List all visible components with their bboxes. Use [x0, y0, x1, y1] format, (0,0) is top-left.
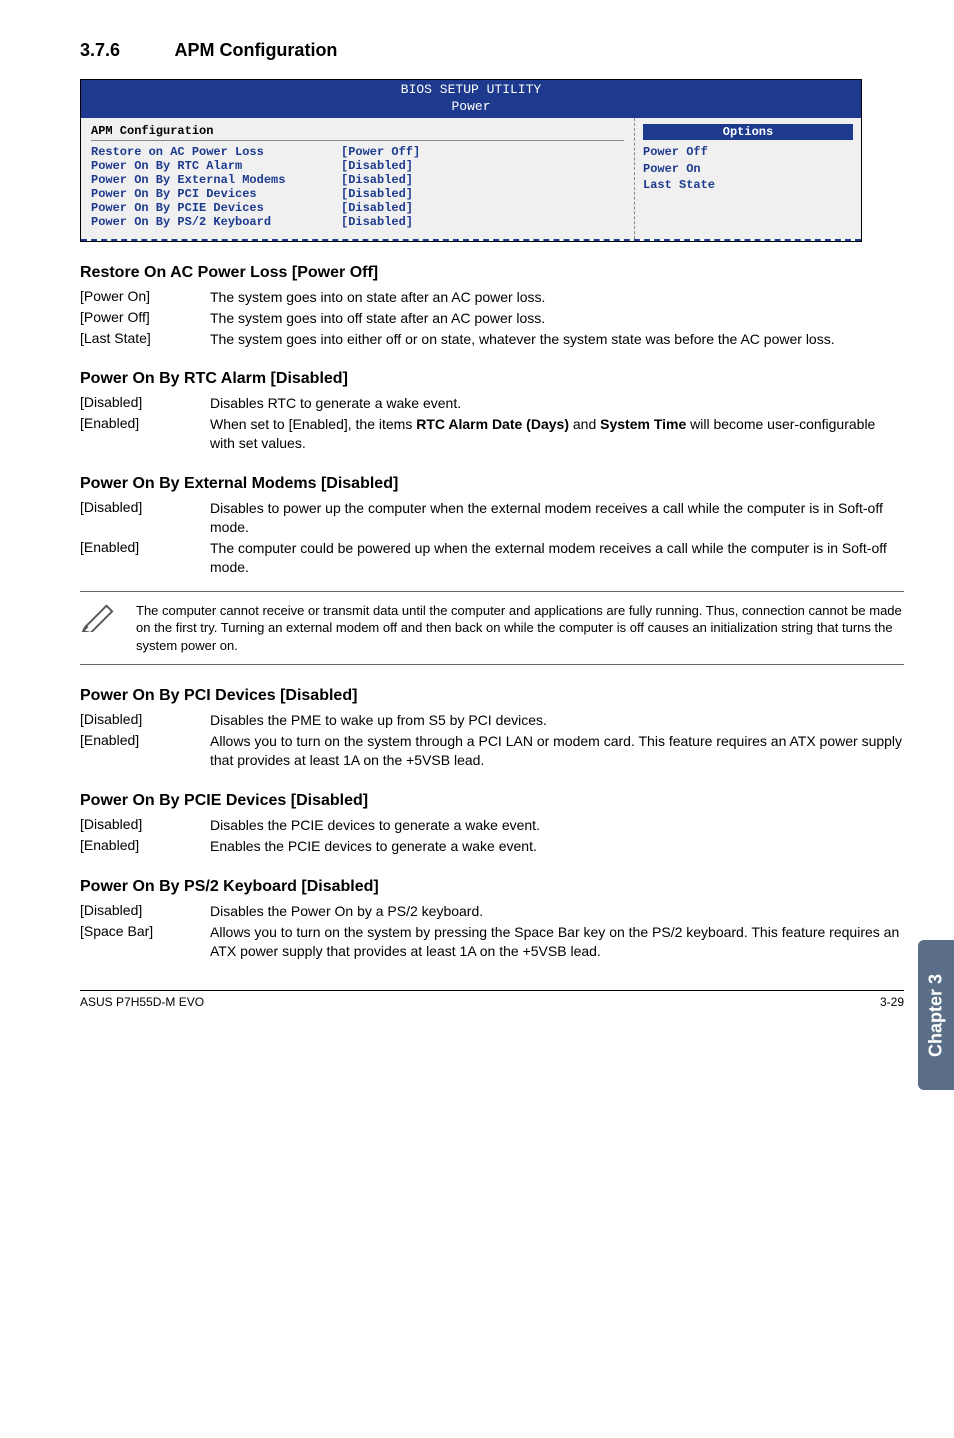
heading-ps2: Power On By PS/2 Keyboard [Disabled] [80, 878, 904, 896]
def-row: [Enabled]Enables the PCIE devices to gen… [80, 837, 904, 856]
def-row: [Disabled]Disables the Power On by a PS/… [80, 902, 904, 921]
bios-row: Restore on AC Power Loss[Power Off] [91, 145, 624, 159]
def-row: [Enabled]The computer could be powered u… [80, 539, 904, 577]
def-row: [Power On]The system goes into on state … [80, 288, 904, 307]
bios-title-bar: BIOS SETUP UTILITY Power [81, 80, 861, 118]
bios-row: Power On By PCIE Devices[Disabled] [91, 201, 624, 215]
def-row: [Enabled] When set to [Enabled], the ite… [80, 415, 904, 453]
def-row: [Disabled]Disables the PME to wake up fr… [80, 711, 904, 730]
bios-right-pane: Options Power Off Power On Last State [635, 118, 861, 239]
def-row: [Disabled]Disables to power up the compu… [80, 499, 904, 537]
heading-pci: Power On By PCI Devices [Disabled] [80, 687, 904, 705]
heading-restore: Restore On AC Power Loss [Power Off] [80, 264, 904, 282]
option-item: Power Off [643, 144, 853, 161]
def-row: [Disabled]Disables the PCIE devices to g… [80, 816, 904, 835]
bios-group-heading: APM Configuration [91, 124, 624, 141]
def-row: [Disabled]Disables RTC to generate a wak… [80, 394, 904, 413]
bios-tab: Power [81, 99, 861, 116]
bios-setup-panel: BIOS SETUP UTILITY Power APM Configurati… [80, 79, 862, 242]
note-text: The computer cannot receive or transmit … [136, 602, 904, 655]
bios-util-title: BIOS SETUP UTILITY [401, 82, 541, 97]
bios-row: Power On By PS/2 Keyboard[Disabled] [91, 215, 624, 229]
rtc-enabled-desc: When set to [Enabled], the items RTC Ala… [210, 415, 904, 453]
note-block: The computer cannot receive or transmit … [80, 591, 904, 666]
def-row: [Space Bar]Allows you to turn on the sys… [80, 923, 904, 961]
bios-row: Power On By PCI Devices[Disabled] [91, 187, 624, 201]
section-header: 3.7.6 APM Configuration [80, 40, 904, 61]
pencil-icon [80, 602, 118, 632]
def-row: [Power Off]The system goes into off stat… [80, 309, 904, 328]
section-title: APM Configuration [174, 40, 337, 60]
section-number: 3.7.6 [80, 40, 170, 61]
chapter-tab: Chapter 3 [918, 940, 954, 1090]
def-row: [Enabled]Allows you to turn on the syste… [80, 732, 904, 770]
heading-rtc: Power On By RTC Alarm [Disabled] [80, 370, 904, 388]
footer-right: 3-29 [880, 995, 904, 1009]
page-footer: ASUS P7H55D-M EVO 3-29 [80, 990, 904, 1009]
bios-row: Power On By External Modems[Disabled] [91, 173, 624, 187]
bios-left-pane: APM Configuration Restore on AC Power Lo… [81, 118, 635, 239]
heading-pcie: Power On By PCIE Devices [Disabled] [80, 792, 904, 810]
def-row: [Last State]The system goes into either … [80, 330, 904, 349]
option-item: Last State [643, 177, 853, 194]
footer-left: ASUS P7H55D-M EVO [80, 995, 204, 1009]
bios-row: Power On By RTC Alarm[Disabled] [91, 159, 624, 173]
options-header: Options [643, 124, 853, 140]
heading-modems: Power On By External Modems [Disabled] [80, 475, 904, 493]
option-item: Power On [643, 161, 853, 178]
